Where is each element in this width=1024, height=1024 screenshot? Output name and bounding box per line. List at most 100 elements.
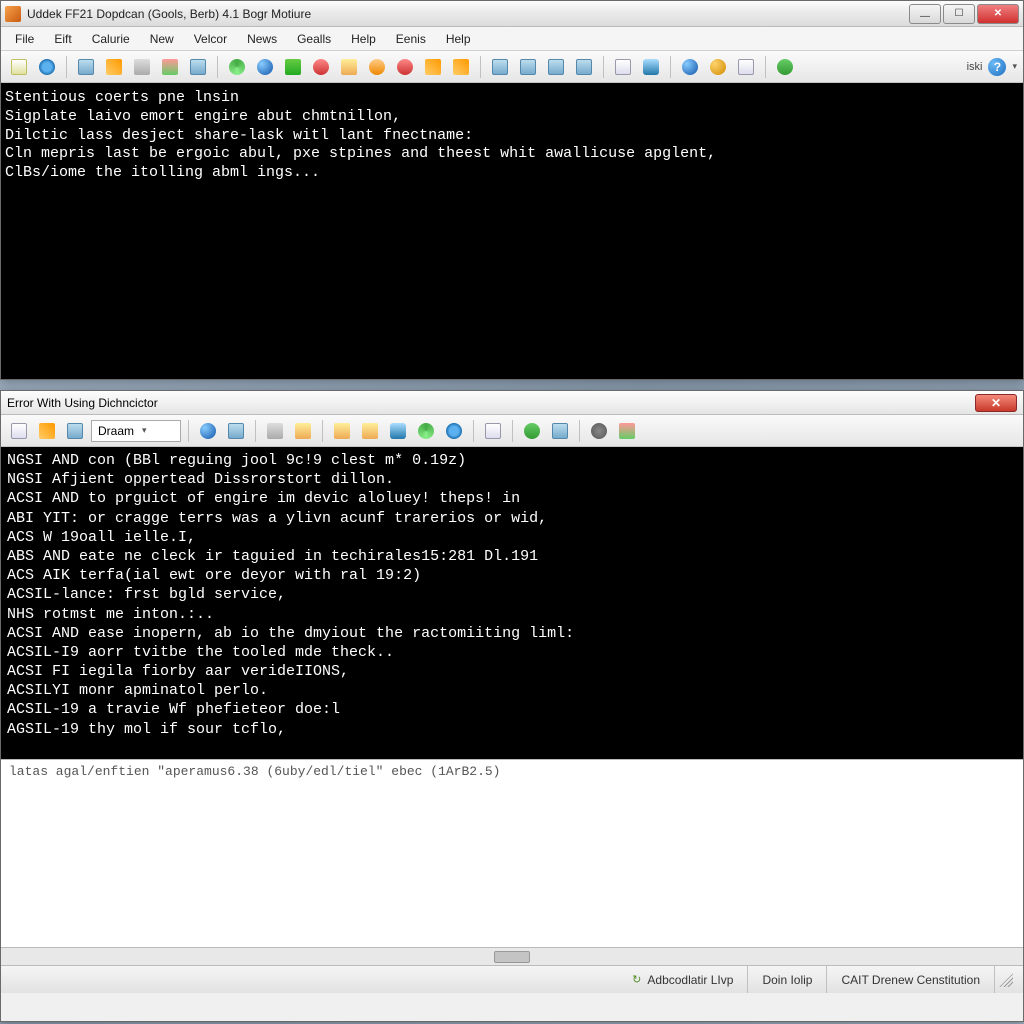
console-line: NHS rotmst me inton.:.. — [7, 605, 1017, 624]
error-close-button[interactable]: ✕ — [975, 394, 1017, 412]
main-menubar: File Eift Calurie New Velcor News Gealls… — [1, 27, 1023, 51]
console-line: ACS W 19oall ielle.I, — [7, 528, 1017, 547]
main-toolbar: iski ? ▾ — [1, 51, 1023, 83]
refresh2-icon[interactable] — [414, 419, 438, 443]
console-line: ACSI FI iegila fiorby aar verideIIONS, — [7, 662, 1017, 681]
folder-icon[interactable] — [337, 55, 361, 79]
menu-help[interactable]: Help — [343, 29, 384, 49]
console-line: ACS AIK terfa(ial ewt ore deyor with ral… — [7, 566, 1017, 585]
main-titlebar[interactable]: Uddek FF21 Dopdcan (Gools, Berb) 4.1 Bog… — [1, 1, 1023, 27]
menu-new[interactable]: New — [142, 29, 182, 49]
menu-eift[interactable]: Eift — [46, 29, 79, 49]
refresh-icon[interactable] — [225, 55, 249, 79]
scrollbar-thumb[interactable] — [494, 951, 530, 963]
output-pane[interactable]: latas agal/enftien "aperamus6.38 (6uby/e… — [1, 759, 1023, 965]
chart2-icon[interactable] — [615, 419, 639, 443]
help-blue-icon[interactable] — [253, 55, 277, 79]
doc2-icon[interactable] — [734, 55, 758, 79]
folder2-icon[interactable] — [291, 419, 315, 443]
output-line: latas agal/enftien "aperamus6.38 (6uby/e… — [9, 764, 1015, 779]
menu-help2[interactable]: Help — [438, 29, 479, 49]
pencil2-icon[interactable] — [35, 419, 59, 443]
pencil-icon[interactable] — [421, 55, 445, 79]
window2-icon[interactable] — [516, 55, 540, 79]
window3-icon[interactable] — [544, 55, 568, 79]
error-toolbar: Draam ▾ — [1, 415, 1023, 447]
status-bar: ↻ Adbcodlatir LIvp Doin Iolip CAIT Drene… — [1, 965, 1023, 993]
orange-orb-icon[interactable] — [365, 55, 389, 79]
main-title: Uddek FF21 Dopdcan (Gools, Berb) 4.1 Bog… — [27, 7, 907, 21]
db-icon[interactable] — [639, 55, 663, 79]
console-line: ABS AND eate ne cleck ir taguied in tech… — [7, 547, 1017, 566]
help-dropdown-icon[interactable]: ? — [988, 58, 1006, 76]
status-segment-3[interactable]: CAIT Drenew Censtitution — [826, 966, 994, 993]
close-button[interactable] — [977, 4, 1019, 24]
resize-grip-icon — [999, 973, 1013, 987]
panel3-icon[interactable] — [548, 419, 572, 443]
menu-gealls[interactable]: Gealls — [289, 29, 339, 49]
down-arrow-icon[interactable] — [281, 55, 305, 79]
console-line: ACSI AND to prguict of engire im devic a… — [7, 489, 1017, 508]
menu-eenis[interactable]: Eenis — [388, 29, 434, 49]
db2-icon[interactable] — [386, 419, 410, 443]
globe2-icon[interactable] — [442, 419, 466, 443]
console-line: ACSIL-19 a travie Wf phefieteor doe:l — [7, 700, 1017, 719]
size-grip[interactable] — [994, 966, 1017, 993]
window4-icon[interactable] — [572, 55, 596, 79]
hand-icon[interactable] — [263, 419, 287, 443]
console-line: NGSI Afjient oppertead Dissrorstort dill… — [7, 470, 1017, 489]
panel-icon[interactable] — [186, 55, 210, 79]
window-icon[interactable] — [488, 55, 512, 79]
combo-value: Draam — [98, 424, 134, 438]
menu-news[interactable]: News — [239, 29, 285, 49]
bug-icon[interactable] — [393, 55, 417, 79]
menu-velcor[interactable]: Velcor — [186, 29, 235, 49]
check-icon[interactable] — [520, 419, 544, 443]
menu-file[interactable]: File — [7, 29, 42, 49]
console-line: Dilctic lass desject share-lask witl lan… — [5, 127, 1019, 146]
info-blue-icon[interactable] — [678, 55, 702, 79]
console-line: ClBs/iome the itolling abml ings... — [5, 164, 1019, 183]
maximize-button[interactable] — [943, 4, 975, 24]
doc3-icon[interactable] — [481, 419, 505, 443]
horizontal-scrollbar[interactable] — [1, 947, 1023, 965]
error-titlebar[interactable]: Error With Using Dichncictor ✕ — [1, 391, 1023, 415]
clock-icon[interactable] — [196, 419, 220, 443]
chevron-down-icon: ▾ — [142, 425, 147, 436]
main-console[interactable]: Stentious coerts pne lnsin Sigplate laiv… — [1, 83, 1023, 379]
minimize-button[interactable] — [909, 4, 941, 24]
menu-calurie[interactable]: Calurie — [84, 29, 138, 49]
tool-icon[interactable] — [130, 55, 154, 79]
console-line: ACSIL-lance: frst bgld service, — [7, 585, 1017, 604]
console-line: ACSI AND ease inopern, ab io the dmyiout… — [7, 624, 1017, 643]
globe-icon[interactable] — [35, 55, 59, 79]
wand-icon[interactable] — [102, 55, 126, 79]
chevron-down-icon[interactable]: ▾ — [1012, 61, 1017, 72]
doc-new-icon[interactable] — [7, 419, 31, 443]
error-console[interactable]: NGSI AND con (BBl reguing jool 9c!9 cles… — [1, 447, 1023, 759]
red-orb-icon[interactable] — [309, 55, 333, 79]
screen-icon[interactable] — [74, 55, 98, 79]
combo-select[interactable]: Draam ▾ — [91, 420, 181, 442]
folder3-icon[interactable] — [330, 419, 354, 443]
console-line: Stentious coerts pne lnsin — [5, 89, 1019, 108]
chart-icon[interactable] — [158, 55, 182, 79]
status-segment-1[interactable]: ↻ Adbcodlatir LIvp — [618, 966, 747, 993]
console-line: Cln mepris last be ergoic abul, pxe stpi… — [5, 145, 1019, 164]
doc-icon[interactable] — [611, 55, 635, 79]
info2-icon[interactable] — [224, 419, 248, 443]
tag-icon[interactable] — [449, 55, 473, 79]
console-line: NGSI AND con (BBl reguing jool 9c!9 cles… — [7, 451, 1017, 470]
refresh-status-icon: ↻ — [632, 973, 641, 986]
toolbar-right-text: iski — [967, 61, 983, 73]
play-icon[interactable] — [773, 55, 797, 79]
folders-icon[interactable] — [358, 419, 382, 443]
console-line: Sigplate laivo emort engire abut chmtnil… — [5, 108, 1019, 127]
app-icon — [5, 6, 21, 22]
gear-icon[interactable] — [587, 419, 611, 443]
error-window: Error With Using Dichncictor ✕ Draam ▾ N… — [0, 390, 1024, 1022]
info-yellow-icon[interactable] — [706, 55, 730, 79]
panel2-icon[interactable] — [63, 419, 87, 443]
new-file-icon[interactable] — [7, 55, 31, 79]
status-segment-2[interactable]: Doin Iolip — [747, 966, 826, 993]
